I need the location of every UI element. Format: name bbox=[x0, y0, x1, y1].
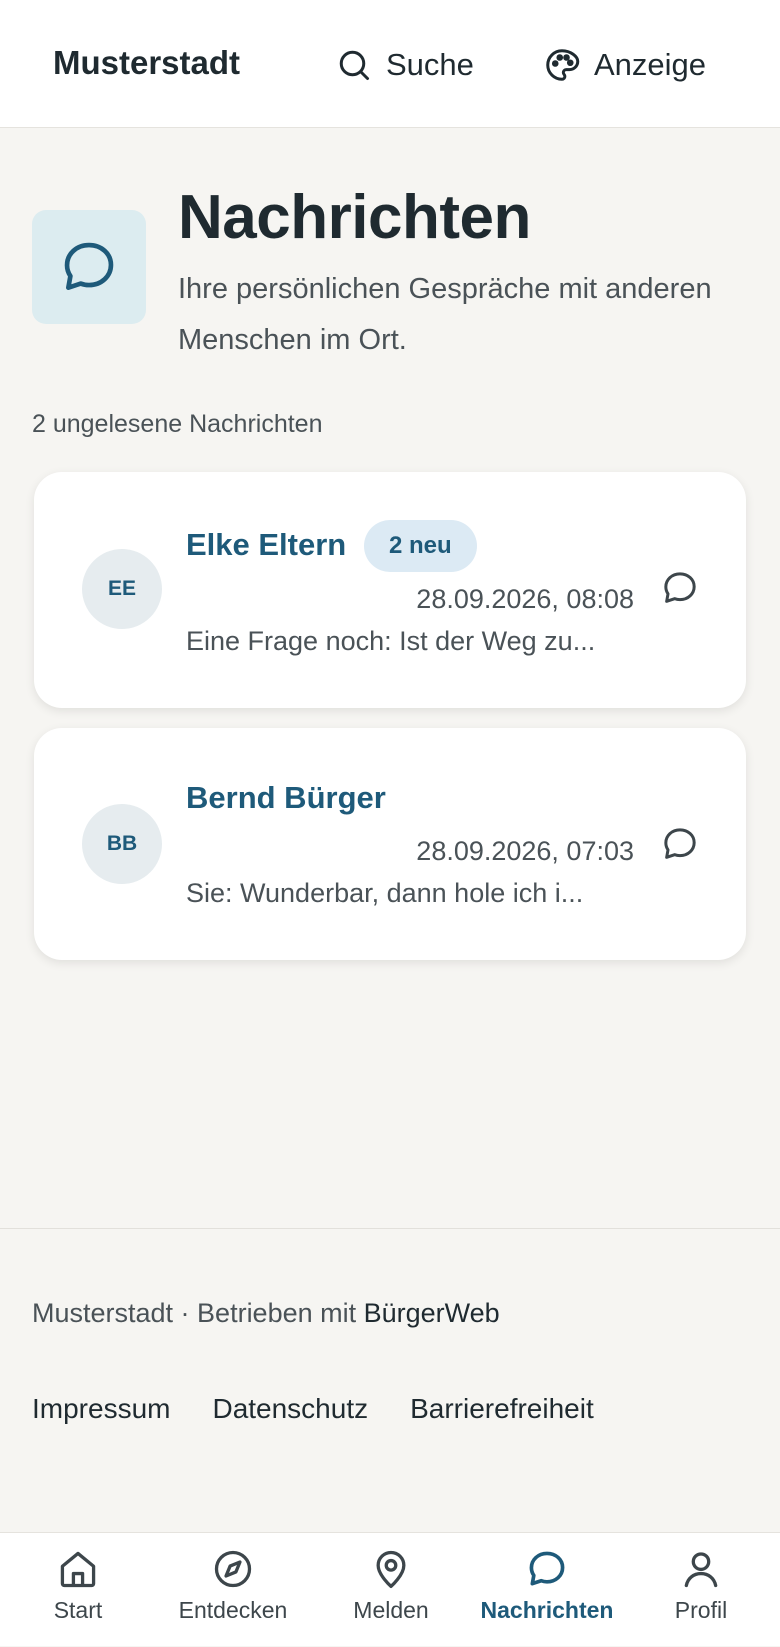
palette-icon bbox=[546, 49, 580, 81]
search-icon bbox=[339, 50, 369, 80]
nav-item-melden[interactable]: Melden bbox=[346, 1533, 436, 1647]
nav-item-profil[interactable]: Profil bbox=[668, 1533, 734, 1647]
conversation-preview: Eine Frage noch: Ist der Weg zu... bbox=[186, 626, 596, 656]
map-pin-icon bbox=[376, 1550, 406, 1589]
conversation-card[interactable]: EE Elke Eltern 2 neu 28.09.2026, 08:08 E… bbox=[34, 472, 746, 708]
search-label: Suche bbox=[386, 47, 474, 82]
conversation-time: 28.09.2026, 08:08 bbox=[416, 584, 634, 614]
page-subtitle: Ihre persönlichen Gespräche mit anderen … bbox=[178, 273, 712, 356]
nav-label: Start bbox=[53, 1597, 103, 1623]
nav-item-entdecken[interactable]: Entdecken bbox=[168, 1533, 298, 1647]
footer-credit: Musterstadt · Betrieben mit BürgerWeb bbox=[32, 1298, 500, 1329]
unread-count: 2 ungelesene Nachrichten bbox=[32, 410, 323, 438]
footer-divider bbox=[0, 1228, 780, 1229]
avatar: BB bbox=[82, 804, 162, 884]
message-icon bbox=[664, 572, 696, 603]
page-title: Nachrichten bbox=[178, 183, 531, 252]
message-icon bbox=[664, 828, 696, 859]
message-icon bbox=[529, 1551, 565, 1586]
message-icon bbox=[64, 242, 114, 290]
top-header: Musterstadt Suche Anzeige bbox=[0, 0, 780, 128]
nav-label: Melden bbox=[353, 1597, 429, 1623]
brand-title[interactable]: Musterstadt bbox=[53, 44, 240, 82]
nav-item-start[interactable]: Start bbox=[48, 1533, 108, 1647]
conversation-name: Bernd Bürger bbox=[186, 780, 386, 815]
avatar: EE bbox=[82, 549, 162, 629]
bottom-nav: Start Entdecken Melden Nachrichten Profi… bbox=[0, 1532, 780, 1646]
messages-hero-icon bbox=[32, 210, 146, 324]
home-icon bbox=[60, 1551, 96, 1588]
nav-label: Profil bbox=[674, 1597, 728, 1623]
user-icon bbox=[684, 1552, 718, 1588]
nav-label: Entdecken bbox=[178, 1597, 288, 1623]
display-label: Anzeige bbox=[594, 47, 707, 82]
conversation-time: 28.09.2026, 07:03 bbox=[416, 836, 634, 866]
conversation-card[interactable]: BB Bernd Bürger 28.09.2026, 07:03 Sie: W… bbox=[34, 728, 746, 960]
conversation-preview: Sie: Wunderbar, dann hole ich i... bbox=[186, 878, 584, 908]
footer-links: Impressum Datenschutz Barrierefreiheit bbox=[32, 1393, 594, 1425]
search-button[interactable]: Suche bbox=[336, 44, 474, 86]
barrierefreiheit-link[interactable]: Barrierefreiheit bbox=[410, 1393, 594, 1425]
footer-brand-text: Musterstadt · Betrieben mit bbox=[32, 1298, 364, 1328]
nav-label: Nachrichten bbox=[480, 1597, 614, 1623]
display-settings-button[interactable]: Anzeige bbox=[544, 44, 706, 86]
nav-item-nachrichten[interactable]: Nachrichten bbox=[472, 1533, 622, 1647]
datenschutz-link[interactable]: Datenschutz bbox=[212, 1393, 368, 1425]
compass-icon bbox=[214, 1550, 252, 1588]
conversation-name: Elke Eltern bbox=[186, 527, 347, 562]
unread-badge: 2 neu bbox=[364, 520, 477, 572]
powered-by-link[interactable]: BürgerWeb bbox=[364, 1298, 500, 1328]
impressum-link[interactable]: Impressum bbox=[32, 1393, 170, 1425]
